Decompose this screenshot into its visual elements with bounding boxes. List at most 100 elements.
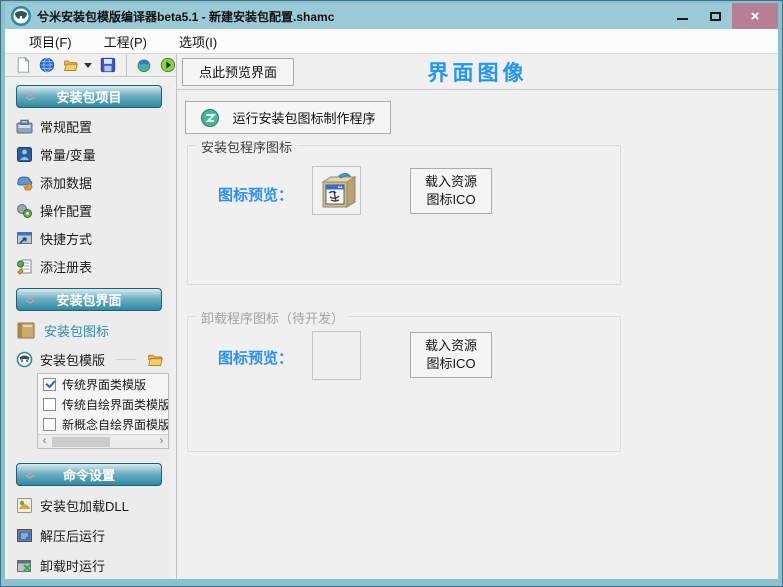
sidebar-item-run-on-uninstall[interactable]: 卸载时运行 — [8, 550, 170, 580]
load-install-icon-button[interactable]: 载入资源图标ICO — [410, 168, 492, 214]
sidebar-item-add-registry[interactable]: 添注册表 — [8, 252, 170, 280]
sidebar-item-load-dll[interactable]: 安装包加载DLL — [8, 490, 170, 520]
dll-icon — [16, 497, 33, 514]
registry-icon — [16, 258, 33, 275]
toolbar — [5, 54, 176, 77]
icon-maker-icon[interactable] — [136, 55, 152, 75]
uninstall-icon-groupbox: 卸载程序图标（待开发） 图标预览： 载入资源图标ICO — [187, 316, 621, 452]
menubar: 项目(F) 工程(P) 选项(I) — [5, 29, 778, 54]
run-icon[interactable] — [160, 55, 176, 75]
main-panel: 点此预览界面 界面图像 运行安装包图标制作程序 安装包程序图标 图标预览： — [177, 54, 778, 579]
chevron-down-icon — [25, 295, 35, 305]
preview-bar: 点此预览界面 界面图像 — [177, 54, 778, 90]
sidebar-item-label: 添注册表 — [40, 257, 92, 276]
sidebar-item-general-config[interactable]: 常规配置 — [8, 112, 170, 140]
chevron-down-icon — [25, 92, 35, 102]
icon-preview-label: 图标预览： — [218, 347, 293, 368]
page-title: 界面图像 — [428, 57, 528, 87]
sidebar-panel: 安装包项目 常规配置 — [8, 85, 170, 587]
template-option-row[interactable]: 传统自绘界面类模版 — [38, 394, 168, 414]
sidebar-item-variables[interactable]: 常量/变量 — [8, 140, 170, 168]
general-config-icon — [16, 118, 33, 135]
run-on-uninstall-icon — [16, 557, 33, 574]
horizontal-scrollbar[interactable]: ‹ › — [38, 434, 168, 448]
groupbox-title: 卸载程序图标（待开发） — [196, 308, 349, 327]
minimize-button[interactable] — [666, 3, 699, 29]
section-header-label: 命令设置 — [63, 465, 115, 484]
sidebar-item-label: 解压后运行 — [40, 526, 105, 545]
menu-project[interactable]: 项目(F) — [29, 32, 72, 51]
maximize-icon — [710, 12, 721, 21]
sidebar-item-label: 常量/变量 — [40, 145, 96, 164]
preview-ui-button[interactable]: 点此预览界面 — [182, 58, 294, 86]
section-header-command-settings[interactable]: 命令设置 — [16, 463, 162, 486]
shortcut-icon — [16, 230, 33, 247]
checkbox-unchecked-icon[interactable] — [43, 398, 56, 411]
sidebar-item-package-template[interactable]: 安装包模版 — [8, 345, 170, 373]
maximize-button[interactable] — [699, 3, 732, 29]
window-controls: × — [666, 3, 778, 29]
run-icon-maker-label: 运行安装包图标制作程序 — [232, 108, 375, 127]
sidebar: 安装包项目 常规配置 — [5, 77, 176, 587]
new-file-icon[interactable] — [15, 55, 31, 75]
titlebar: 兮米安装包模版编译器beta5.1 - 新建安装包配置.shamc × — [5, 3, 778, 29]
sidebar-item-label: 安装包模版 — [40, 350, 105, 369]
uninstall-icon-preview — [312, 331, 361, 380]
save-icon[interactable] — [100, 55, 116, 75]
variables-icon — [16, 146, 33, 163]
open-folder-icon[interactable] — [63, 55, 79, 75]
app-logo-icon — [11, 6, 31, 26]
sidebar-item-operation-config[interactable]: 操作配置 — [8, 196, 170, 224]
checkbox-unchecked-icon[interactable] — [43, 418, 56, 431]
sidebar-item-shortcut[interactable]: 快捷方式 — [8, 224, 170, 252]
section-header-label: 安装包界面 — [56, 290, 121, 309]
divider-line — [116, 359, 136, 360]
icon-maker-tool-icon — [200, 108, 220, 128]
chevron-down-icon — [25, 470, 35, 480]
template-option-row[interactable]: 传统界面类模版 — [38, 374, 168, 394]
run-after-extract-icon — [16, 527, 33, 544]
browse-template-folder-icon[interactable] — [147, 351, 164, 368]
sidebar-item-label: 卸载时运行 — [40, 556, 105, 575]
run-icon-maker-button[interactable]: 运行安装包图标制作程序 — [185, 101, 391, 134]
section-header-install-ui[interactable]: 安装包界面 — [16, 288, 162, 311]
app-window: 兮米安装包模版编译器beta5.1 - 新建安装包配置.shamc × 项目(F… — [0, 0, 783, 587]
install-icon-preview — [312, 166, 361, 215]
checkbox-checked-icon[interactable] — [43, 378, 56, 391]
template-logo-icon — [16, 351, 33, 368]
section-header-label: 安装包项目 — [56, 87, 121, 106]
sidebar-item-label: 快捷方式 — [40, 229, 92, 248]
left-column: 安装包项目 常规配置 — [5, 54, 177, 579]
open-dropdown-arrow-icon[interactable] — [84, 63, 92, 68]
package-icon-page-icon — [16, 320, 37, 341]
toolbar-separator — [126, 54, 127, 76]
template-option-row[interactable]: 新概念自绘界面模版 — [38, 414, 168, 434]
minimize-icon — [677, 18, 688, 20]
scroll-right-arrow-icon[interactable]: › — [155, 435, 168, 448]
package-box-icon — [315, 169, 359, 213]
sidebar-item-package-icon[interactable]: 安装包图标 — [8, 315, 170, 345]
close-button[interactable]: × — [732, 3, 778, 29]
sidebar-item-label: 操作配置 — [40, 201, 92, 220]
install-icon-groupbox: 安装包程序图标 图标预览： — [187, 145, 621, 285]
window-title: 兮米安装包模版编译器beta5.1 - 新建安装包配置.shamc — [37, 8, 334, 25]
menu-engineering[interactable]: 工程(P) — [104, 32, 147, 51]
template-listbox[interactable]: 传统界面类模版 传统自绘界面类模版 新概念自绘界面模版 ‹ — [37, 373, 169, 449]
groupbox-title: 安装包程序图标 — [196, 137, 297, 156]
sidebar-item-add-data[interactable]: 添加数据 — [8, 168, 170, 196]
menu-options[interactable]: 选项(I) — [179, 32, 217, 51]
globe-icon[interactable] — [39, 55, 55, 75]
scrollbar-thumb[interactable] — [52, 437, 110, 447]
scrollbar-track[interactable] — [51, 436, 155, 448]
template-option-label: 传统自绘界面类模版 — [62, 396, 168, 413]
sidebar-item-label: 添加数据 — [40, 173, 92, 192]
close-icon: × — [751, 8, 760, 25]
scroll-left-arrow-icon[interactable]: ‹ — [38, 435, 51, 448]
sidebar-item-run-after-extract[interactable]: 解压后运行 — [8, 520, 170, 550]
section-header-install-project[interactable]: 安装包项目 — [16, 85, 162, 108]
main-content: 运行安装包图标制作程序 安装包程序图标 图标预览： — [177, 90, 778, 579]
operation-config-icon — [16, 202, 33, 219]
template-option-label: 新概念自绘界面模版 — [62, 416, 168, 433]
load-uninstall-icon-button[interactable]: 载入资源图标ICO — [410, 332, 492, 378]
template-option-label: 传统界面类模版 — [62, 376, 146, 393]
